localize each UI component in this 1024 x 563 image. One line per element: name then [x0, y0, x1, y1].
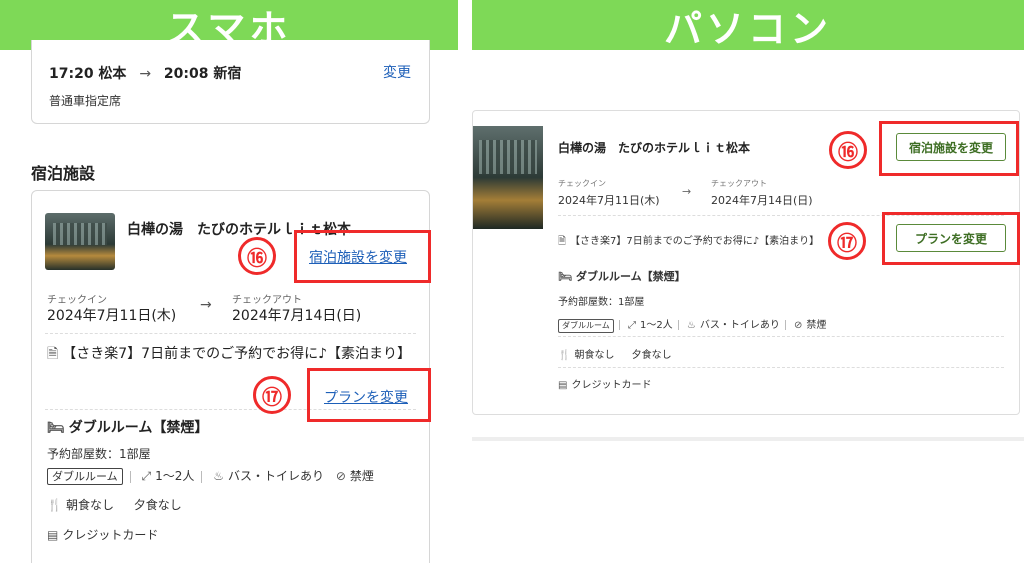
- train-departure: 17:20 松本: [49, 66, 127, 82]
- checkin-date: 2024年7月11日(木): [47, 308, 177, 324]
- resize-icon: ⤢: [141, 469, 152, 483]
- checkin-label: チェックイン: [558, 179, 606, 188]
- marker-16: ⑯: [238, 237, 276, 275]
- meals: 🍴 朝食なし 夕食なし: [47, 496, 182, 513]
- room-features: ダブルルーム ⤢ 1〜2人 ♨ バス・トイレあり ⊘ 禁煙: [558, 316, 826, 333]
- checkout-date: 2024年7月14日(日): [711, 194, 813, 207]
- room-features: ダブルルーム ⤢ 1〜2人 ♨ バス・トイレあり ⊘ 禁煙: [47, 467, 374, 485]
- pc-banner-label: パソコン: [663, 6, 832, 51]
- divider: [45, 333, 416, 334]
- bed-icon: 🛏: [558, 270, 572, 283]
- meals: 🍴 朝食なし 夕食なし: [558, 346, 672, 361]
- marker-17: ⑰: [253, 376, 291, 414]
- train-card: 17:20 松本 → 20:08 新宿 変更 普通車指定席: [31, 40, 430, 124]
- room-tag: ダブルルーム: [558, 319, 614, 333]
- rooms-count: 予約部屋数：1部屋: [558, 297, 645, 308]
- marker-16-pc: ⑯: [829, 131, 867, 169]
- highlight-change-hotel: [294, 230, 431, 283]
- dinner: 夕食なし: [133, 498, 182, 512]
- divider: [558, 367, 1004, 368]
- bed-icon: 🛏: [47, 420, 65, 436]
- checkout-date: 2024年7月14日(日): [232, 308, 362, 324]
- payment-method: クレジットカード: [571, 380, 652, 391]
- bath: バス・トイレあり: [227, 469, 324, 483]
- highlight-change-plan: [307, 368, 431, 422]
- document-icon: 🗎: [558, 236, 567, 247]
- pc-top-area: [472, 50, 1024, 110]
- bath-icon: ♨: [213, 469, 224, 483]
- cutlery-icon: 🍴: [47, 498, 62, 512]
- resize-icon: ⤢: [627, 320, 636, 331]
- cutlery-icon: 🍴: [558, 350, 571, 361]
- room-type: 🛏 ダブルルーム【禁煙】: [558, 268, 686, 284]
- document-icon: 🗎: [47, 346, 59, 362]
- bath-icon: ♨: [686, 320, 696, 331]
- plan-text: 【さき楽7】7日前までのご予約でお得に♪【素泊まり】: [62, 346, 412, 362]
- no-smoking-icon: ⊘: [794, 320, 803, 331]
- room-type-label: ダブルルーム【禁煙】: [575, 270, 686, 283]
- train-route: 17:20 松本 → 20:08 新宿: [49, 63, 241, 83]
- highlight-change-plan-pc: [882, 212, 1020, 265]
- room-type: 🛏 ダブルルーム【禁煙】: [47, 417, 208, 437]
- arrow-right-icon: →: [200, 297, 212, 313]
- capacity: 1〜2人: [155, 469, 195, 483]
- checkout-label: チェックアウト: [232, 295, 302, 306]
- checkout-label: チェックアウト: [711, 179, 767, 188]
- no-smoking-icon: ⊘: [335, 469, 346, 483]
- payment: ▤ クレジットカード: [47, 526, 158, 543]
- train-change-link[interactable]: 変更: [383, 62, 411, 82]
- smoking: 禁煙: [349, 469, 374, 483]
- train-arrival: 20:08 新宿: [163, 66, 242, 82]
- payment-method: クレジットカード: [62, 528, 159, 542]
- highlight-change-hotel-pc: [879, 121, 1019, 176]
- rooms-count: 予約部屋数：1部屋: [47, 447, 151, 461]
- plan-name: 🗎 【さき楽7】7日前までのご予約でお得に♪【素泊まり】: [47, 343, 412, 365]
- arrow-right-icon: →: [139, 66, 152, 82]
- dinner: 夕食なし: [631, 350, 672, 361]
- section-title-accommodation: 宿泊施設: [31, 164, 96, 183]
- breakfast: 朝食なし: [574, 350, 615, 361]
- pc-banner: パソコン: [472, 0, 1024, 51]
- bath: バス・トイレあり: [699, 320, 780, 331]
- pc-bottom-divider: [472, 437, 1024, 441]
- breakfast: 朝食なし: [65, 498, 114, 512]
- capacity: 1〜2人: [639, 320, 673, 331]
- credit-card-icon: ▤: [47, 528, 59, 542]
- hotel-name: 白樺の湯 たびのホテルｌｉｔ松本: [558, 141, 751, 155]
- smoking: 禁煙: [806, 320, 827, 331]
- payment: ▤ クレジットカード: [558, 376, 651, 391]
- hotel-thumbnail: [45, 213, 115, 270]
- room-tag: ダブルルーム: [47, 468, 123, 485]
- room-type-label: ダブルルーム【禁煙】: [68, 420, 209, 436]
- checkin-date: 2024年7月11日(木): [558, 194, 660, 207]
- train-seat-type: 普通車指定席: [49, 94, 122, 108]
- marker-17-pc: ⑰: [828, 222, 866, 260]
- credit-card-icon: ▤: [558, 380, 568, 391]
- checkin-label: チェックイン: [47, 295, 107, 306]
- hotel-thumbnail: [473, 126, 543, 229]
- arrow-right-icon: →: [682, 185, 692, 198]
- plan-text: 【さき楽7】7日前までのご予約でお得に♪【素泊まり】: [570, 236, 820, 247]
- divider: [558, 336, 1004, 337]
